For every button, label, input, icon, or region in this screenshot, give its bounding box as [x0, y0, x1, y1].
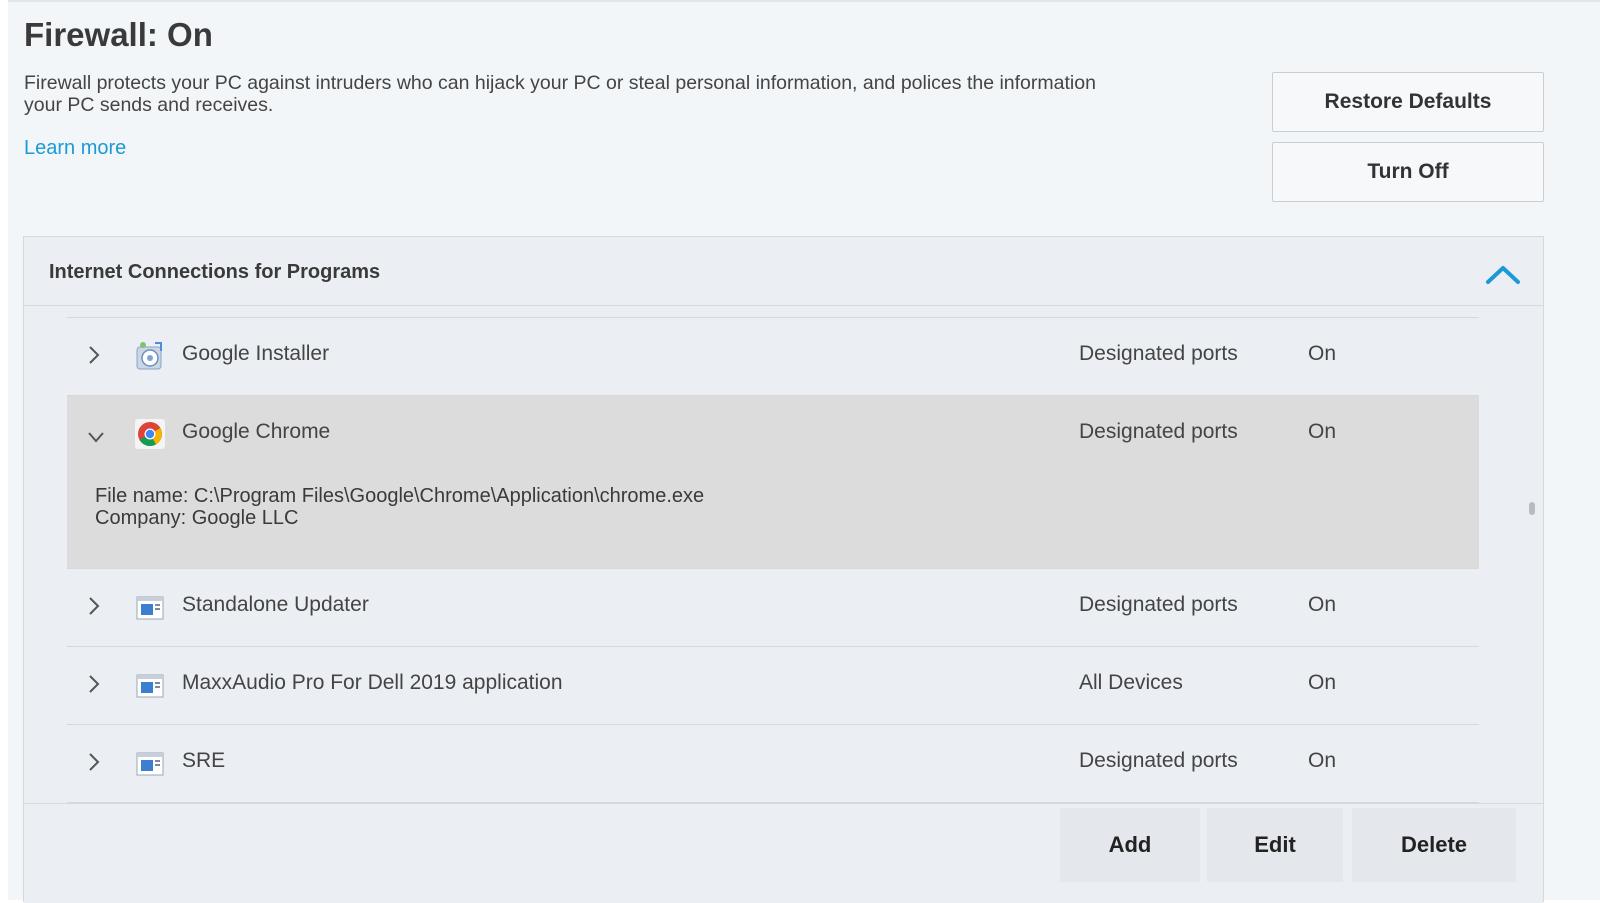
- program-name: SRE: [182, 749, 226, 772]
- app-window-icon: [136, 596, 164, 620]
- program-name: Google Installer: [182, 342, 330, 365]
- program-ports: All Devices: [1079, 671, 1183, 694]
- program-status: On: [1308, 342, 1337, 365]
- program-row-google-installer[interactable]: Google Installer Designated ports On: [67, 318, 1479, 396]
- program-row-google-chrome[interactable]: Google Chrome Designated ports On File n…: [67, 396, 1479, 569]
- chrome-icon: [135, 419, 165, 449]
- learn-more-link[interactable]: Learn more: [24, 137, 126, 160]
- page-description: Firewall protects your PC against intrud…: [24, 72, 1096, 116]
- program-status: On: [1308, 749, 1337, 772]
- program-file-name: File name: C:\Program Files\Google\Chrom…: [95, 485, 705, 507]
- program-row-maxxaudio[interactable]: MaxxAudio Pro For Dell 2019 application …: [67, 647, 1479, 725]
- program-row-standalone-updater[interactable]: Standalone Updater Designated ports On: [67, 569, 1479, 647]
- program-name: Standalone Updater: [182, 593, 369, 616]
- program-name: Google Chrome: [182, 420, 331, 443]
- programs-list: Google Installer Designated ports On Goo…: [67, 317, 1479, 804]
- program-row-sre[interactable]: SRE Designated ports On: [67, 725, 1479, 803]
- chevron-right-icon[interactable]: [85, 595, 103, 617]
- program-status: On: [1308, 420, 1337, 443]
- program-ports: Designated ports: [1079, 749, 1238, 772]
- chevron-right-icon[interactable]: [85, 344, 103, 366]
- chevron-down-icon[interactable]: [87, 426, 105, 448]
- edit-button[interactable]: Edit: [1207, 808, 1343, 882]
- restore-defaults-button[interactable]: Restore Defaults: [1272, 72, 1544, 132]
- chevron-right-icon[interactable]: [85, 751, 103, 773]
- installer-icon: [136, 342, 162, 370]
- turn-off-button[interactable]: Turn Off: [1272, 142, 1544, 202]
- program-ports: Designated ports: [1079, 420, 1238, 443]
- program-name: MaxxAudio Pro For Dell 2019 application: [182, 671, 563, 694]
- app-window-icon: [136, 752, 164, 776]
- program-company: Company: Google LLC: [95, 507, 299, 529]
- panel-header[interactable]: Internet Connections for Programs: [24, 237, 1543, 306]
- firewall-page: Firewall: On Firewall protects your PC a…: [8, 0, 1600, 903]
- program-details: File name: C:\Program Files\Google\Chrom…: [95, 485, 704, 529]
- panel-title: Internet Connections for Programs: [49, 261, 381, 283]
- chevron-up-icon[interactable]: [1485, 263, 1521, 285]
- page-title: Firewall: On: [24, 16, 213, 53]
- program-ports: Designated ports: [1079, 593, 1238, 616]
- delete-button[interactable]: Delete: [1352, 808, 1516, 882]
- panel-footer: Add Edit Delete: [24, 803, 1543, 903]
- program-status: On: [1308, 593, 1337, 616]
- list-scrollbar[interactable]: [1529, 502, 1535, 515]
- add-button[interactable]: Add: [1060, 808, 1200, 882]
- program-ports: Designated ports: [1079, 342, 1238, 365]
- app-window-icon: [136, 674, 164, 698]
- program-status: On: [1308, 671, 1337, 694]
- internet-connections-panel: Internet Connections for Programs Google: [23, 236, 1544, 903]
- chevron-right-icon[interactable]: [85, 673, 103, 695]
